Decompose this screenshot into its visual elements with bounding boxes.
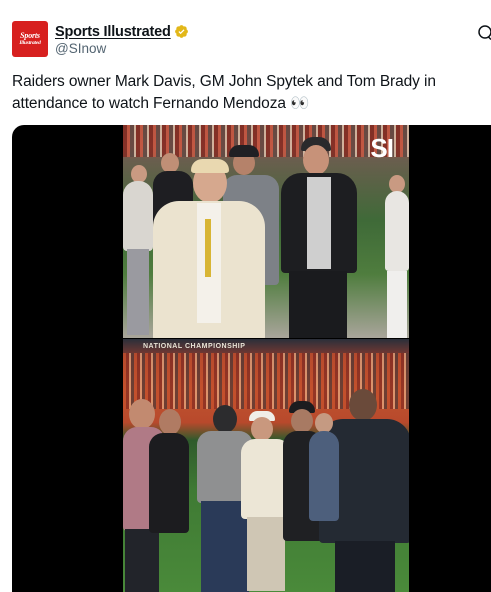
more-options-icon[interactable] xyxy=(476,23,491,41)
tweet-text: Raiders owner Mark Davis, GM John Spytek… xyxy=(12,73,436,112)
avatar-text-line1: Sports xyxy=(20,30,40,40)
si-watermark: SI xyxy=(370,133,394,163)
tweet-media[interactable]: SI NATIONAL CHAMPIONSHIP xyxy=(12,125,491,592)
stadium-banner: NATIONAL CHAMPIONSHIP xyxy=(143,343,246,350)
display-name-row: Sports Illustrated xyxy=(55,22,189,41)
display-name[interactable]: Sports Illustrated xyxy=(55,24,171,40)
tweet-header: Sports Illustrated Sports Illustrated @S… xyxy=(12,21,491,61)
photo-top[interactable]: SI xyxy=(123,125,409,338)
photo-bottom[interactable]: NATIONAL CHAMPIONSHIP xyxy=(123,339,409,592)
crowd-top xyxy=(123,125,409,157)
handle[interactable]: @SInow xyxy=(55,41,189,56)
author-names: Sports Illustrated @SInow xyxy=(55,22,189,56)
verified-badge-icon xyxy=(174,25,188,38)
avatar[interactable]: Sports Illustrated xyxy=(12,21,48,57)
avatar-text-line2: Illustrated xyxy=(19,39,41,46)
